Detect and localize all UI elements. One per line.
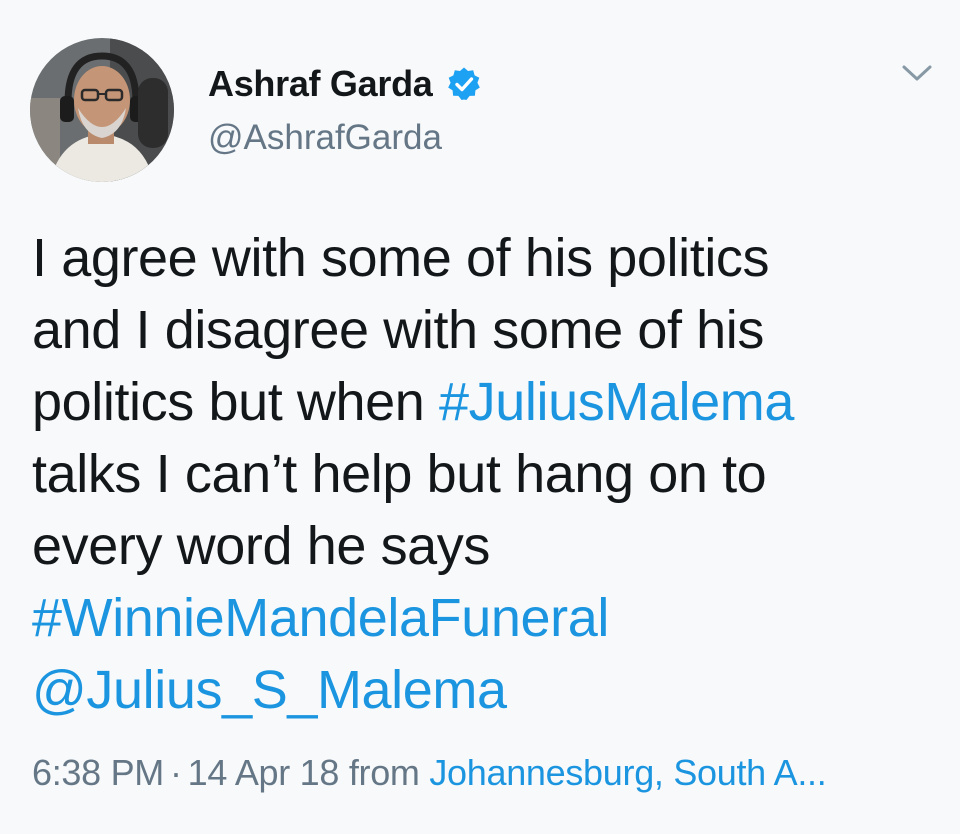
display-name[interactable]: Ashraf Garda	[208, 63, 433, 105]
profile-photo-icon	[30, 38, 174, 182]
chevron-down-icon[interactable]	[900, 62, 934, 86]
verified-badge-icon	[446, 66, 482, 102]
tweet-date[interactable]: 14 Apr 18	[188, 752, 340, 793]
tweet-text-segment: every word he says	[32, 516, 490, 576]
author-handle[interactable]: @AshrafGarda	[208, 118, 442, 158]
from-label: from	[348, 752, 420, 793]
meta-separator: ·	[169, 752, 182, 793]
tweet-text-segment: I agree with some of his politics	[32, 228, 770, 288]
tweet-text-line: every word he says	[32, 510, 932, 582]
tweet-location-link[interactable]: Johannesburg, South A...	[429, 752, 826, 793]
tweet-time[interactable]: 6:38 PM	[32, 752, 164, 793]
hashtag-link[interactable]: #WinnieMandelaFuneral	[32, 588, 609, 648]
tweet-meta: 6:38 PM · 14 Apr 18 from Johannesburg, Sou…	[32, 752, 827, 794]
tweet-text: I agree with some of his politics and I d…	[32, 222, 932, 726]
tweet-text-segment: and I disagree with some of his	[32, 300, 764, 360]
tweet-text-line: I agree with some of his politics	[32, 222, 932, 294]
tweet-text-segment: politics but when	[32, 372, 440, 432]
avatar[interactable]	[30, 38, 174, 182]
tweet-card: Ashraf Garda @AshrafGarda I agree with s…	[0, 0, 960, 834]
tweet-text-line: @Julius_S_Malema	[32, 654, 932, 726]
tweet-text-line: politics but when #JuliusMalema	[32, 366, 932, 438]
tweet-text-line: talks I can’t help but hang on to	[32, 438, 932, 510]
tweet-text-segment: talks I can’t help but hang on to	[32, 444, 767, 504]
tweet-text-line: #WinnieMandelaFuneral	[32, 582, 932, 654]
hashtag-link[interactable]: #JuliusMalema	[439, 372, 794, 432]
mention-link[interactable]: @Julius_S_Malema	[32, 660, 507, 720]
author-name-row[interactable]: Ashraf Garda	[208, 62, 482, 106]
tweet-text-line: and I disagree with some of his	[32, 294, 932, 366]
